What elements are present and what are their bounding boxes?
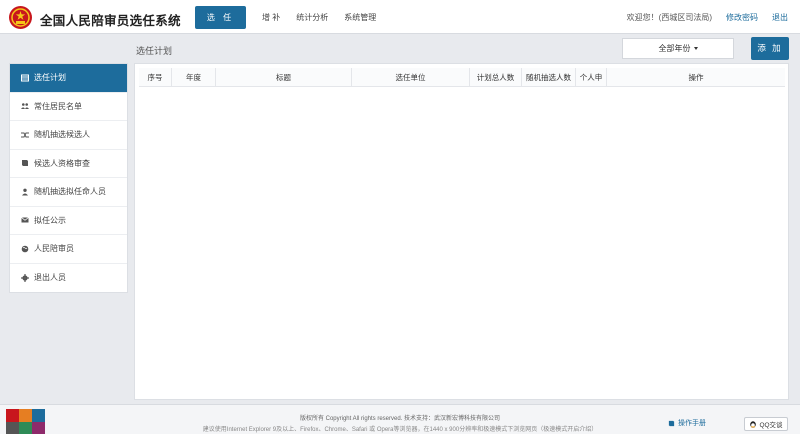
qq-chat-button[interactable]: QQ交谈 — [744, 417, 788, 431]
column-header-random-count: 随机抽选人数 — [522, 68, 576, 87]
logout-link[interactable]: 退出 — [772, 12, 788, 23]
sidebar-item-label: 选任计划 — [34, 73, 66, 83]
column-header-plan-total: 计划总人数 — [470, 68, 522, 87]
gear-icon — [19, 273, 30, 283]
manual-label: 操作手册 — [678, 420, 706, 427]
sidebar-item-label: 人民陪审员 — [34, 244, 74, 254]
qq-penguin-icon — [750, 421, 757, 428]
shuffle-icon — [19, 130, 30, 140]
book-icon — [19, 158, 30, 168]
sidebar-item-label: 常住居民名单 — [34, 101, 82, 111]
column-header-actions: 操作 — [688, 73, 704, 82]
app-title: 全国人民陪审员选任系统 — [40, 14, 181, 28]
sidebar-item-exited[interactable]: 退出人员 — [10, 264, 127, 293]
globe-icon — [19, 244, 30, 254]
sidebar-item-label: 随机抽选拟任命人员 — [34, 187, 106, 197]
user-area: 欢迎您！(西城区司法局) 修改密码 退出 — [627, 12, 788, 23]
sidebar-item-random-appointees[interactable]: 随机抽选拟任命人员 — [10, 178, 127, 207]
national-emblem-icon — [9, 6, 32, 29]
nav-supplement[interactable]: 增 补 — [254, 6, 288, 29]
sidebar-item-label: 随机抽选候选人 — [34, 130, 90, 140]
sidebar-item-label: 候选人资格审查 — [34, 158, 90, 168]
envelope-icon — [19, 215, 30, 225]
manual-link[interactable]: 操作手册 — [668, 418, 706, 428]
section-title: 选任计划 — [136, 46, 173, 56]
nav-select[interactable]: 选 任 — [195, 6, 246, 29]
add-button[interactable]: 添 加 — [751, 37, 789, 60]
footer: 版权所有 Copyright All rights reserved. 技术支持… — [0, 404, 800, 434]
sidebar-item-random-candidates[interactable]: 随机抽选候选人 — [10, 121, 127, 150]
nav-statistics[interactable]: 统计分析 — [288, 6, 336, 29]
users-icon — [19, 101, 30, 111]
sidebar-item-label: 拟任公示 — [34, 215, 66, 225]
plan-table-panel: 序号 年度 标题 选任单位 计划总人数 随机抽选人数 个人申 操作 — [134, 63, 789, 400]
welcome-text: 欢迎您！(西城区司法局) — [626, 13, 712, 22]
sidebar-item-plan[interactable]: 选任计划 — [10, 64, 127, 93]
column-header-personal-apply: 个人申 — [576, 68, 607, 87]
sidebar-item-qualification-review[interactable]: 候选人资格审查 — [10, 150, 127, 178]
nav-system-admin[interactable]: 系统管理 — [336, 6, 384, 29]
top-header: 全国人民陪审员选任系统 选 任 增 补 统计分析 系统管理 欢迎您！(西城区司法… — [0, 0, 800, 34]
sidebar-item-jurors[interactable]: 人民陪审员 — [10, 235, 127, 264]
sidebar-item-publicity[interactable]: 拟任公示 — [10, 207, 127, 235]
column-header-index: 序号 — [139, 68, 172, 87]
main-nav: 选 任 增 补 统计分析 系统管理 — [195, 6, 384, 29]
sidebar: 选任计划 常住居民名单 随机抽选候选人 候选人资格审查 随机抽选拟任命人员 拟任… — [9, 63, 128, 293]
qq-label: QQ交谈 — [759, 422, 783, 429]
column-header-year: 年度 — [172, 68, 216, 87]
year-select-value: 全部年份 — [658, 44, 691, 53]
column-header-title: 标题 — [216, 68, 352, 87]
sidebar-item-label: 退出人员 — [34, 273, 66, 283]
sidebar-item-residents[interactable]: 常住居民名单 — [10, 93, 127, 121]
table-icon — [19, 73, 30, 83]
change-password-link[interactable]: 修改密码 — [726, 12, 758, 23]
year-select[interactable]: 全部年份 — [622, 38, 734, 59]
caret-down-icon — [693, 47, 698, 50]
user-icon — [19, 187, 30, 197]
table-header: 序号 年度 标题 选任单位 计划总人数 随机抽选人数 个人申 操作 — [139, 68, 785, 87]
column-header-unit: 选任单位 — [352, 68, 470, 87]
book-icon — [668, 420, 675, 426]
